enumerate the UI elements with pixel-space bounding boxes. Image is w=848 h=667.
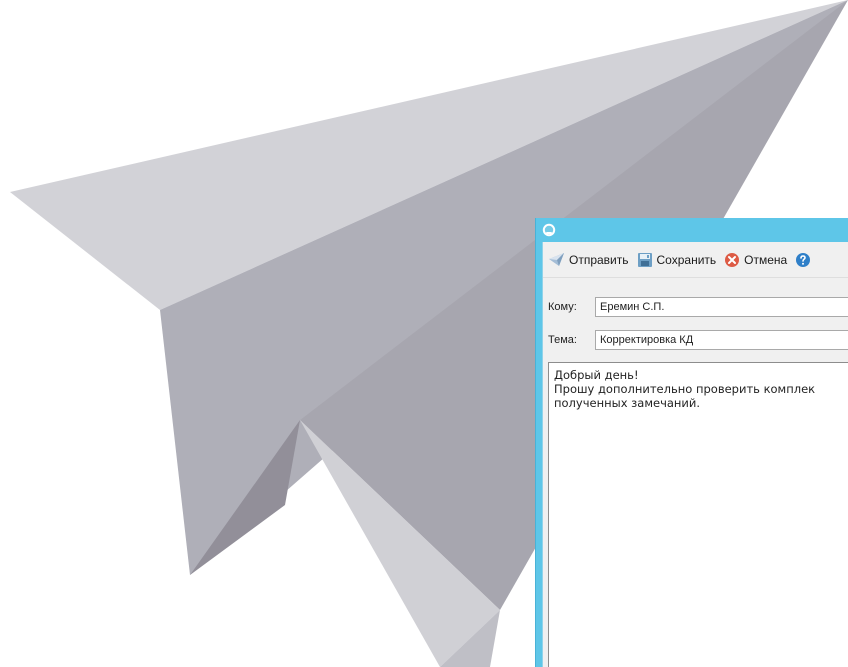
message-body-line: Добрый день! — [554, 368, 639, 382]
subject-field[interactable] — [595, 330, 848, 350]
help-button[interactable] — [795, 252, 811, 268]
save-button-label: Сохранить — [656, 252, 717, 267]
subject-label: Тема: — [548, 334, 577, 346]
floppy-disk-icon — [637, 252, 652, 267]
send-button-label: Отправить — [569, 252, 629, 267]
window-titlebar[interactable] — [536, 218, 848, 242]
to-field-row: Кому: — [548, 296, 848, 318]
help-icon — [796, 252, 811, 267]
cancel-button[interactable]: Отмена — [724, 252, 787, 268]
to-label: Кому: — [548, 301, 577, 313]
cancel-button-label: Отмена — [744, 252, 788, 267]
screen-stage: Отправить Сохранить Отмена Кому: Еремин … — [0, 0, 848, 667]
save-button[interactable]: Сохранить — [637, 252, 717, 268]
app-icon — [542, 223, 556, 237]
cancel-icon — [725, 252, 740, 267]
subject-field-row: Тема: — [548, 329, 848, 351]
to-field[interactable] — [595, 297, 848, 317]
compose-client-area: Отправить Сохранить Отмена Кому: Еремин … — [542, 242, 848, 667]
compose-window: Отправить Сохранить Отмена Кому: Еремин … — [536, 218, 848, 667]
message-body-line: Прошу дополнительно проверить комплек — [554, 382, 816, 396]
compose-toolbar: Отправить Сохранить Отмена — [543, 242, 848, 278]
paper-plane-icon — [549, 253, 564, 266]
send-button[interactable]: Отправить — [548, 252, 629, 267]
message-body-editor[interactable]: Добрый день! Прошу дополнительно провери… — [548, 362, 848, 667]
message-body-line: полученных замечаний. — [554, 396, 701, 410]
